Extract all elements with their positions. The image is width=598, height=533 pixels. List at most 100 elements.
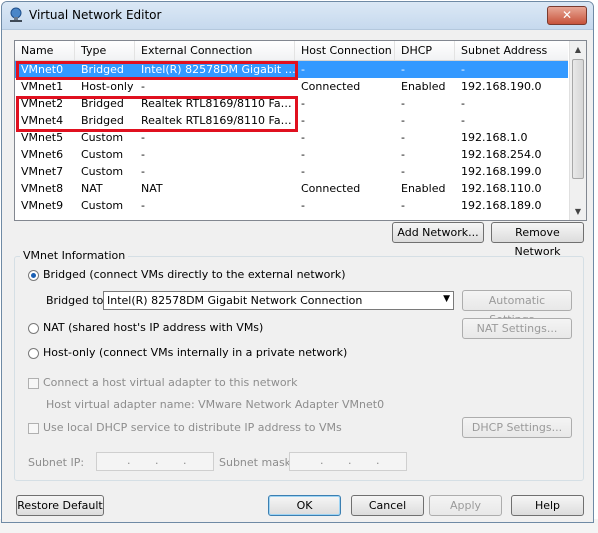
cancel-button[interactable]: Cancel [351,495,424,516]
adapter-name-label: Host virtual adapter name: VMware Networ… [46,398,385,411]
table-row[interactable]: VMnet5 Custom - - - 192.168.1.0 [15,129,568,146]
dhcp-label[interactable]: Use local DHCP service to distribute IP … [43,421,342,434]
table-row[interactable]: VMnet8 NAT NAT Connected Enabled 192.168… [15,180,568,197]
subnet-mask-field[interactable]: ... [289,452,407,471]
nat-label[interactable]: NAT (shared host's IP address with VMs) [43,321,263,334]
nat-settings-button[interactable]: NAT Settings... [462,318,572,339]
cell-type: Custom [81,148,124,161]
cell-name: VMnet6 [21,148,64,161]
cell-host: - [301,63,305,76]
cell-host: - [301,97,305,110]
cell-name: VMnet1 [21,80,64,93]
cell-subnet: - [461,97,465,110]
cell-subnet: - [461,114,465,127]
apply-button[interactable]: Apply [429,495,502,516]
table-row[interactable]: VMnet0 Bridged Intel(R) 82578DM Gigabit … [15,61,568,78]
subnet-mask-label: Subnet mask: [219,456,295,469]
connect-adapter-label[interactable]: Connect a host virtual adapter to this n… [43,376,297,389]
table-row[interactable]: VMnet7 Custom - - - 192.168.199.0 [15,163,568,180]
column-host-connection[interactable]: Host Connection [295,41,395,60]
help-button[interactable]: Help [511,495,584,516]
title-bar: Virtual Network Editor ✕ [2,2,593,30]
cell-external: NAT [141,182,163,195]
nat-radio[interactable] [28,323,39,334]
cell-type: NAT [81,182,103,195]
cell-type: Custom [81,199,124,212]
restore-default-button[interactable]: Restore Default [16,495,104,516]
cell-type: Bridged [81,114,124,127]
cell-name: VMnet0 [21,63,64,76]
network-list[interactable]: Name Type External Connection Host Conne… [14,40,587,221]
network-icon [10,7,22,22]
cell-name: VMnet2 [21,97,64,110]
column-dhcp[interactable]: DHCP [395,41,455,60]
bridged-to-select[interactable]: Intel(R) 82578DM Gigabit Network Connect… [103,291,454,310]
connect-adapter-checkbox[interactable] [28,378,39,389]
scroll-down-icon[interactable]: ▼ [570,203,586,220]
bridged-radio[interactable] [28,270,39,281]
add-network-button[interactable]: Add Network... [392,222,484,243]
column-subnet-address[interactable]: Subnet Address [455,41,568,60]
cell-dhcp: - [401,114,405,127]
table-row[interactable]: VMnet9 Custom - - - 192.168.189.0 [15,197,568,214]
cell-subnet: 192.168.110.0 [461,182,542,195]
list-header: Name Type External Connection Host Conne… [15,41,568,61]
cell-dhcp: Enabled [401,182,446,195]
table-row[interactable]: VMnet1 Host-only - Connected Enabled 192… [15,78,568,95]
cell-subnet: 192.168.189.0 [461,199,542,212]
cell-host: Connected [301,80,361,93]
list-scrollbar[interactable]: ▲ ▼ [569,41,586,220]
cell-dhcp: - [401,199,405,212]
close-button[interactable]: ✕ [547,6,587,25]
scroll-up-icon[interactable]: ▲ [570,41,586,58]
cell-subnet: - [461,63,465,76]
dialog-client-area: Name Type External Connection Host Conne… [8,32,587,516]
cell-name: VMnet7 [21,165,64,178]
bridged-to-label: Bridged to: [46,294,108,307]
cell-type: Host-only [81,80,134,93]
cell-external: Intel(R) 82578DM Gigabit N... [141,63,301,76]
bridged-label[interactable]: Bridged (connect VMs directly to the ext… [43,268,346,281]
cell-subnet: 192.168.1.0 [461,131,528,144]
window-title: Virtual Network Editor [29,8,162,22]
cell-external: Realtek RTL8169/8110 Famil... [141,97,301,110]
hostonly-radio[interactable] [28,348,39,359]
automatic-settings-button[interactable]: Automatic Settings... [462,290,572,326]
table-row[interactable]: VMnet6 Custom - - - 192.168.254.0 [15,146,568,163]
column-name[interactable]: Name [15,41,75,60]
cell-type: Bridged [81,97,124,110]
cell-subnet: 192.168.199.0 [461,165,542,178]
cell-subnet: 192.168.190.0 [461,80,542,93]
dhcp-checkbox[interactable] [28,423,39,434]
cell-host: - [301,114,305,127]
column-external-connection[interactable]: External Connection [135,41,295,60]
cell-subnet: 192.168.254.0 [461,148,542,161]
table-row[interactable]: VMnet4 Bridged Realtek RTL8169/8110 Fami… [15,112,568,129]
cell-external: - [141,80,145,93]
subnet-ip-field[interactable]: ... [96,452,214,471]
remove-network-button[interactable]: Remove Network [491,222,584,258]
cell-external: - [141,131,145,144]
bridged-to-value: Intel(R) 82578DM Gigabit Network Connect… [107,294,363,307]
cell-type: Custom [81,165,124,178]
cell-external: Realtek RTL8169/8110 Famil... [141,114,301,127]
dhcp-settings-button[interactable]: DHCP Settings... [462,417,572,438]
cell-type: Bridged [81,63,124,76]
hostonly-label[interactable]: Host-only (connect VMs internally in a p… [43,346,347,359]
virtual-network-editor-dialog: Virtual Network Editor ✕ Name Type Exter… [1,1,594,523]
cell-name: VMnet9 [21,199,64,212]
cell-dhcp: - [401,131,405,144]
cell-name: VMnet4 [21,114,64,127]
cell-name: VMnet8 [21,182,64,195]
cell-host: - [301,131,305,144]
cell-host: - [301,148,305,161]
cell-host: Connected [301,182,361,195]
ok-button[interactable]: OK [268,495,341,516]
cell-dhcp: Enabled [401,80,446,93]
table-row[interactable]: VMnet2 Bridged Realtek RTL8169/8110 Fami… [15,95,568,112]
column-type[interactable]: Type [75,41,135,60]
chevron-down-icon: ▼ [443,294,450,304]
scroll-thumb[interactable] [572,59,584,179]
subnet-ip-label: Subnet IP: [28,456,85,469]
cell-dhcp: - [401,165,405,178]
